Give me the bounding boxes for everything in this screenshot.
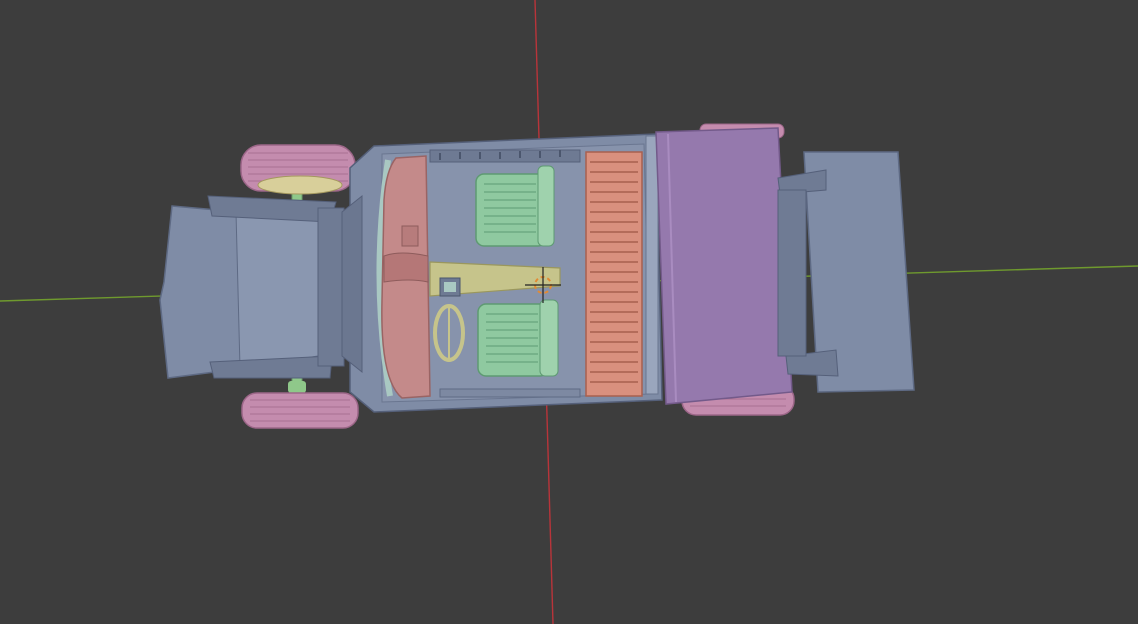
front-bumper-panel	[777, 151, 915, 393]
tire-rear-right	[241, 392, 359, 429]
car-model[interactable]	[159, 123, 915, 429]
viewport-canvas[interactable]	[0, 0, 1138, 624]
dashboard	[381, 155, 431, 399]
cargo-slats	[585, 135, 659, 397]
tire-rear-left	[240, 144, 356, 195]
seat-left	[475, 165, 555, 247]
3d-viewport[interactable]	[0, 0, 1138, 624]
seat-right	[477, 299, 559, 377]
rear-bumper-panel	[159, 195, 345, 379]
hood-panel	[655, 127, 793, 405]
